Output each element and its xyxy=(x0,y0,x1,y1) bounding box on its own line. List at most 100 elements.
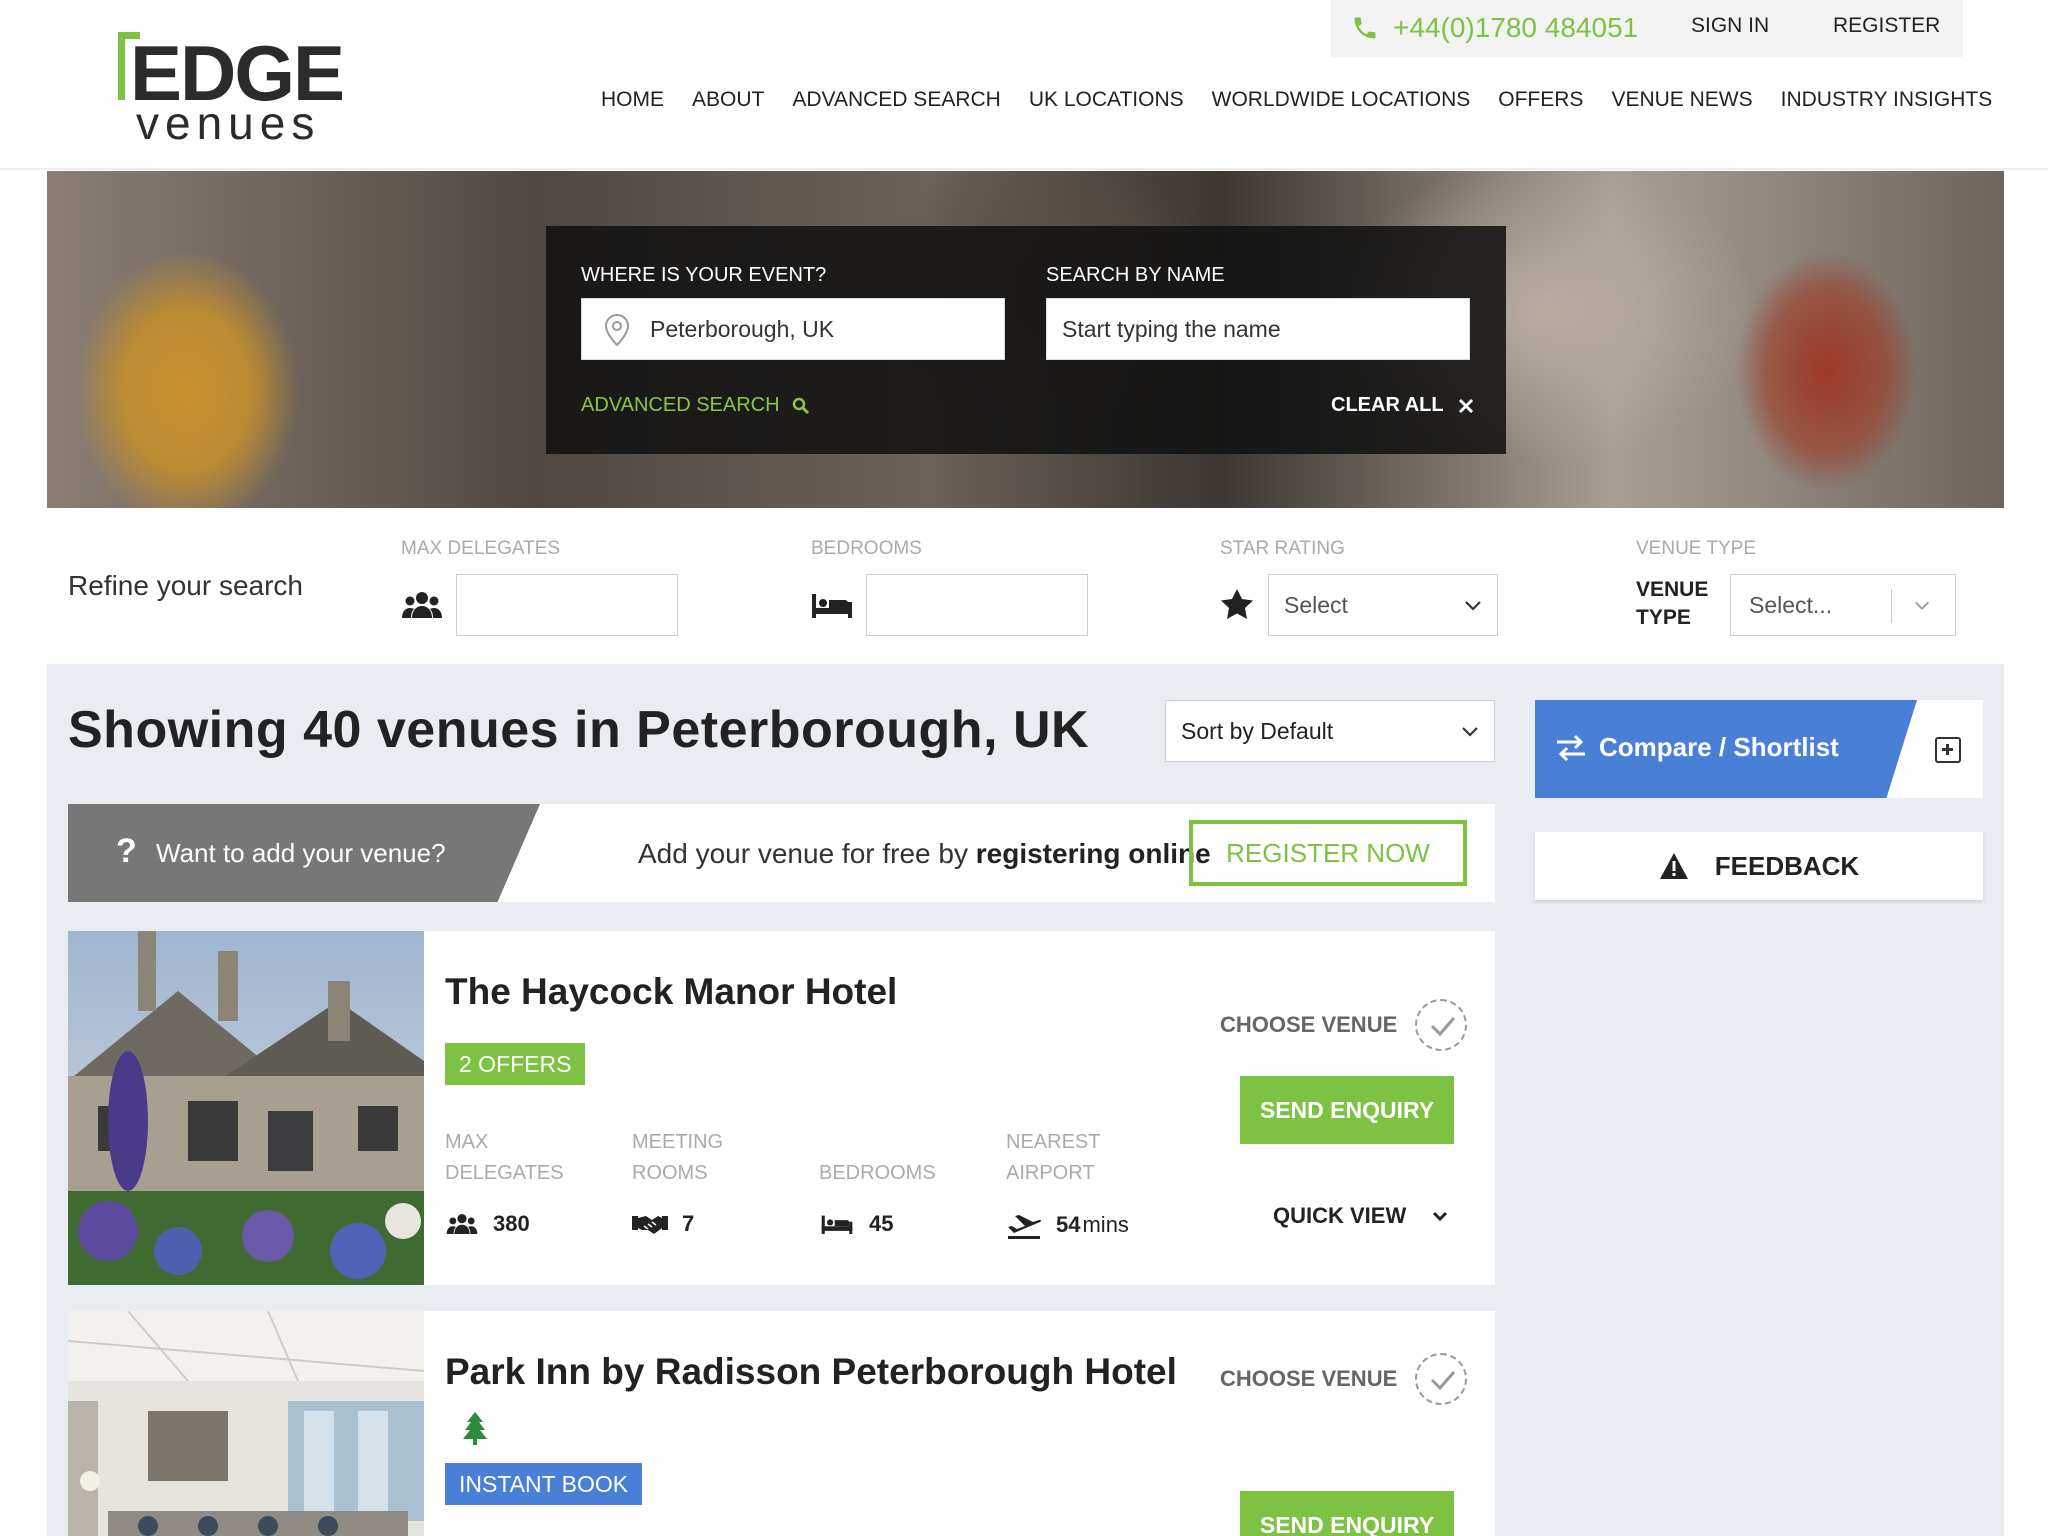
nav-industry-insights[interactable]: INDUSTRY INSIGHTS xyxy=(1781,88,1993,112)
nearest-airport-stat: 54 mins xyxy=(1006,1211,1129,1239)
nav-about[interactable]: ABOUT xyxy=(692,88,764,112)
add-venue-prompt: ? Want to add your venue? xyxy=(68,804,540,902)
max-delegates-label: MAX DELEGATES xyxy=(401,538,561,559)
nav-home[interactable]: HOME xyxy=(601,88,664,112)
question-icon: ? xyxy=(116,832,137,870)
meeting-rooms-stat-label: MEETING ROOMS xyxy=(632,1131,724,1184)
choose-venue-toggle[interactable]: CHOOSE VENUE xyxy=(1220,1353,1468,1405)
max-delegates-value: 380 xyxy=(493,1211,530,1236)
expand-plus-icon[interactable] xyxy=(1935,737,1961,763)
bedrooms-stat: 45 xyxy=(819,1211,893,1237)
venue-photo-park-inn[interactable] xyxy=(68,1311,424,1536)
venue-card: Park Inn by Radisson Peterborough Hotel … xyxy=(68,1311,1495,1536)
meeting-rooms-value: 7 xyxy=(682,1211,695,1236)
max-delegates-stat: 380 xyxy=(445,1211,530,1237)
star-icon xyxy=(1221,589,1253,619)
add-venue-prompt-text: Want to add your venue? xyxy=(156,838,446,868)
add-venue-message-plain: Add your venue for free by xyxy=(638,838,976,869)
bedrooms-label: BEDROOMS xyxy=(811,538,922,559)
nav-uk-locations[interactable]: UK LOCATIONS xyxy=(1029,88,1184,112)
star-rating-select[interactable]: Select xyxy=(1268,574,1498,636)
logo-sub-text: venues xyxy=(136,97,321,149)
star-rating-select-value: Select xyxy=(1284,591,1348,618)
star-rating-label: STAR RATING xyxy=(1220,538,1345,559)
airport-unit: mins xyxy=(1082,1212,1129,1237)
airport-value: 54 xyxy=(1056,1212,1081,1237)
add-venue-message-bold: registering online xyxy=(975,838,1211,869)
search-by-name-label: SEARCH BY NAME xyxy=(1046,264,1225,286)
swap-arrows-icon xyxy=(1557,734,1585,762)
phone-icon xyxy=(1354,17,1376,39)
phone-number: +44(0)1780 484051 xyxy=(1393,12,1639,43)
max-delegates-stat-label: MAX DELEGATES xyxy=(445,1131,564,1184)
chevron-down-icon xyxy=(1915,601,1929,610)
plane-icon xyxy=(1008,1215,1042,1239)
search-icon xyxy=(792,397,809,414)
top-utility-bar: +44(0)1780 484051 SIGN IN REGISTER xyxy=(1331,0,1963,57)
bedrooms-stat-label: BEDROOMS xyxy=(819,1162,936,1184)
register-link[interactable]: REGISTER xyxy=(1833,14,1940,38)
advanced-search-link[interactable]: ADVANCED SEARCH xyxy=(581,394,810,417)
site-header: EDGE venues +44(0)1780 484051 SIGN IN RE… xyxy=(0,0,2048,170)
sign-in-link[interactable]: SIGN IN xyxy=(1691,14,1769,38)
venue-type-select[interactable]: Select... xyxy=(1730,574,1956,636)
nav-worldwide-locations[interactable]: WORLDWIDE LOCATIONS xyxy=(1212,88,1471,112)
venue-type-inline-label: VENUE TYPE xyxy=(1636,578,1709,629)
bedrooms-input[interactable] xyxy=(866,574,1088,636)
register-now-button[interactable]: REGISTER NOW xyxy=(1189,820,1467,886)
compare-shortlist-button[interactable]: Compare / Shortlist xyxy=(1535,700,1917,798)
chevron-down-icon xyxy=(1462,727,1478,737)
chevron-down-icon xyxy=(1433,1211,1448,1222)
sort-select-value: Sort by Default xyxy=(1181,717,1334,744)
refine-title: Refine your search xyxy=(68,570,304,601)
checkmark-icon xyxy=(1431,1371,1456,1391)
feedback-label: FEEDBACK xyxy=(1714,850,1860,881)
compare-shortlist-panel: Compare / Shortlist xyxy=(1535,700,1983,798)
nav-advanced-search[interactable]: ADVANCED SEARCH xyxy=(792,88,1000,112)
nav-venue-news[interactable]: VENUE NEWS xyxy=(1611,88,1752,112)
clear-all-button[interactable]: CLEAR ALL xyxy=(1331,394,1474,417)
venue-name[interactable]: The Haycock Manor Hotel xyxy=(445,971,897,1013)
venue-type-select-value: Select... xyxy=(1749,591,1833,618)
refine-search-bar: Refine your search MAX DELEGATES BEDROOM… xyxy=(0,508,2048,664)
bed-icon xyxy=(821,1215,853,1234)
sort-select[interactable]: Sort by Default xyxy=(1165,700,1495,762)
venue-card: The Haycock Manor Hotel 2 OFFERS MAX DEL… xyxy=(68,931,1495,1285)
bedrooms-value: 45 xyxy=(869,1211,894,1236)
venue-type-label: VENUE TYPE xyxy=(1636,538,1757,559)
close-icon xyxy=(1458,398,1473,413)
meeting-rooms-stat: 7 xyxy=(632,1211,694,1237)
venue-name[interactable]: Park Inn by Radisson Peterborough Hotel xyxy=(445,1351,1177,1393)
people-icon xyxy=(402,592,442,618)
max-delegates-input[interactable] xyxy=(456,574,678,636)
choose-venue-toggle[interactable]: CHOOSE VENUE xyxy=(1220,999,1468,1051)
chevron-down-icon xyxy=(1465,601,1481,611)
check-circle-icon xyxy=(1415,1353,1468,1405)
offers-badge[interactable]: 2 OFFERS xyxy=(445,1043,586,1085)
venue-name-placeholder: Start typing the name xyxy=(1062,315,1281,342)
venue-name-input[interactable]: Start typing the name xyxy=(1046,298,1470,360)
select-divider xyxy=(1891,589,1892,623)
compare-shortlist-label: Compare / Shortlist xyxy=(1599,732,1839,762)
edge-venues-logo[interactable]: EDGE venues xyxy=(116,28,346,146)
bed-icon xyxy=(812,594,852,618)
location-input[interactable]: Peterborough, UK xyxy=(581,298,1005,360)
handshake-icon xyxy=(632,1216,668,1234)
checkmark-icon xyxy=(1431,1017,1456,1037)
choose-venue-label: CHOOSE VENUE xyxy=(1220,1012,1398,1037)
where-label: WHERE IS YOUR EVENT? xyxy=(581,264,827,286)
venue-photo-haycock-manor[interactable] xyxy=(68,931,424,1285)
send-enquiry-button[interactable]: SEND ENQUIRY xyxy=(1240,1491,1454,1536)
results-heading: Showing 40 venues in Peterborough, UK xyxy=(68,701,1090,759)
advanced-search-text: ADVANCED SEARCH xyxy=(581,394,780,416)
nearest-airport-stat-label: NEAREST AIRPORT xyxy=(1006,1131,1101,1184)
feedback-button[interactable]: FEEDBACK xyxy=(1535,832,1983,900)
phone-link[interactable]: +44(0)1780 484051 xyxy=(1351,12,1638,44)
instant-book-badge[interactable]: INSTANT BOOK xyxy=(445,1463,643,1505)
nav-offers[interactable]: OFFERS xyxy=(1498,88,1583,112)
quick-view-toggle[interactable]: QUICK VIEW xyxy=(1273,1203,1448,1229)
add-venue-message: Add your venue for free by registering o… xyxy=(638,838,1211,870)
main-navigation: HOME ABOUT ADVANCED SEARCH UK LOCATIONS … xyxy=(601,88,2020,112)
send-enquiry-button[interactable]: SEND ENQUIRY xyxy=(1240,1076,1454,1144)
clear-all-text: CLEAR ALL xyxy=(1331,394,1444,416)
